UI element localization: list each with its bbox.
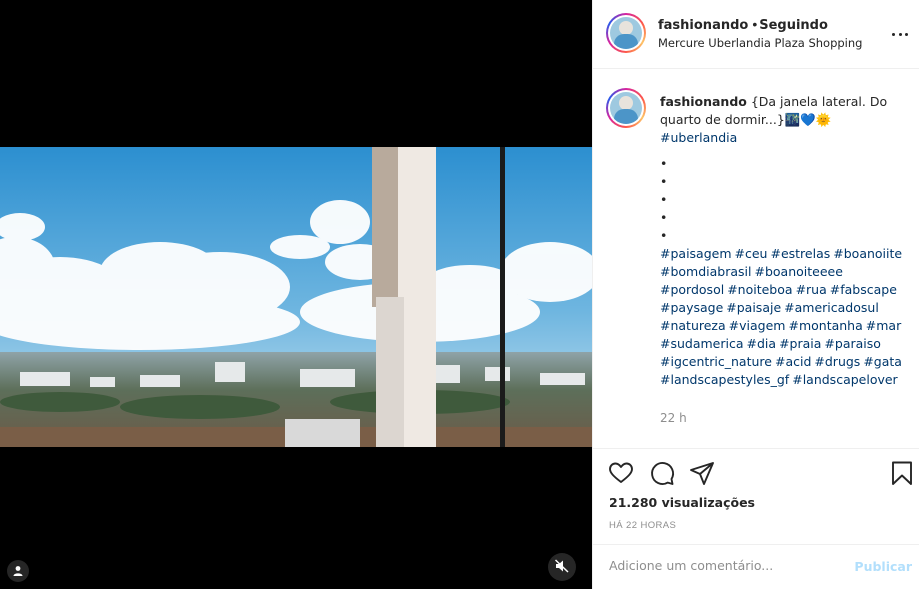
hashtag-link[interactable]: #noiteboa <box>727 282 792 297</box>
hashtag-link[interactable]: #dia <box>747 336 777 351</box>
hashtag-link[interactable]: #mar <box>866 318 901 333</box>
hashtag-link[interactable]: #boanoiite <box>833 246 902 261</box>
following-button[interactable]: Seguindo <box>759 18 828 33</box>
post-actions: 21.280 visualizações HÁ 22 HORAS <box>593 448 919 544</box>
comment-form: Publicar <box>593 544 919 589</box>
caption-timestamp[interactable]: 22 h <box>660 411 687 425</box>
hashtag-link[interactable]: #montanha <box>788 318 862 333</box>
hashtag-link[interactable]: #ceu <box>735 246 768 261</box>
video-player[interactable] <box>0 0 592 589</box>
landscape-scene <box>0 147 592 447</box>
hashtag-link[interactable]: #acid <box>775 354 811 369</box>
heart-icon[interactable] <box>607 459 635 487</box>
hashtag-link[interactable]: #drugs <box>814 354 860 369</box>
hashtag-link[interactable]: #pordosol <box>660 282 724 297</box>
hashtag-list: #paisagem #ceu #estrelas #boanoiite #bomdia… <box>660 245 908 389</box>
comments-section[interactable]: fashionando {Da janela lateral. Do quart… <box>593 70 919 448</box>
hashtag-link[interactable]: #landscapelover <box>792 372 897 387</box>
location-link[interactable]: Mercure Uberlandia Plaza Shopping <box>658 36 862 50</box>
hashtag-link[interactable]: #natureza <box>660 318 726 333</box>
comment-input[interactable] <box>609 558 849 573</box>
hashtag-link[interactable]: #paisaje <box>726 300 781 315</box>
share-icon[interactable] <box>688 459 716 487</box>
comment-icon[interactable] <box>648 459 676 487</box>
hashtag-link[interactable]: #sudamerica <box>660 336 744 351</box>
hashtag-link[interactable]: #bomdiabrasil <box>660 264 752 279</box>
avatar[interactable] <box>606 13 646 53</box>
hashtag-link[interactable]: #americadosul <box>784 300 879 315</box>
hashtag-link[interactable]: #gata <box>863 354 902 369</box>
caption-username[interactable]: fashionando <box>660 94 747 109</box>
hashtag-link[interactable]: #praia <box>779 336 821 351</box>
hashtag-link[interactable]: #paysage <box>660 300 723 315</box>
user-tag-icon[interactable] <box>7 560 29 582</box>
publish-button[interactable]: Publicar <box>854 559 912 574</box>
hashtag-link[interactable]: #estrelas <box>770 246 830 261</box>
hashtag-link[interactable]: #landscapestyles_gf <box>660 372 789 387</box>
mute-button[interactable] <box>548 553 576 581</box>
post-header: fashionando • Seguindo Mercure Uberlandia … <box>593 0 919 69</box>
username-link[interactable]: fashionando <box>658 18 748 33</box>
caption-avatar[interactable] <box>606 88 646 128</box>
hashtag-link[interactable]: #uberlandia <box>660 130 737 145</box>
post-date[interactable]: HÁ 22 HORAS <box>609 520 676 531</box>
hashtag-link[interactable]: #paraiso <box>824 336 881 351</box>
hashtag-link[interactable]: #rua <box>796 282 827 297</box>
muted-speaker-icon <box>554 558 569 576</box>
video-frame[interactable] <box>0 147 592 447</box>
hashtag-link[interactable]: #boanoiteeee <box>755 264 843 279</box>
caption-dots: • • • • • <box>660 156 668 243</box>
hashtag-link[interactable]: #viagem <box>729 318 786 333</box>
more-options-icon[interactable] <box>890 24 910 44</box>
bookmark-icon[interactable] <box>888 459 916 487</box>
separator-dot: • <box>752 16 758 32</box>
post-sidebar: fashionando • Seguindo Mercure Uberlandia … <box>592 0 919 589</box>
hashtag-link[interactable]: #fabscape <box>830 282 897 297</box>
hashtag-link[interactable]: #paisagem <box>660 246 732 261</box>
hashtag-link[interactable]: #igcentric_nature <box>660 354 772 369</box>
view-count[interactable]: 21.280 visualizações <box>609 495 755 510</box>
